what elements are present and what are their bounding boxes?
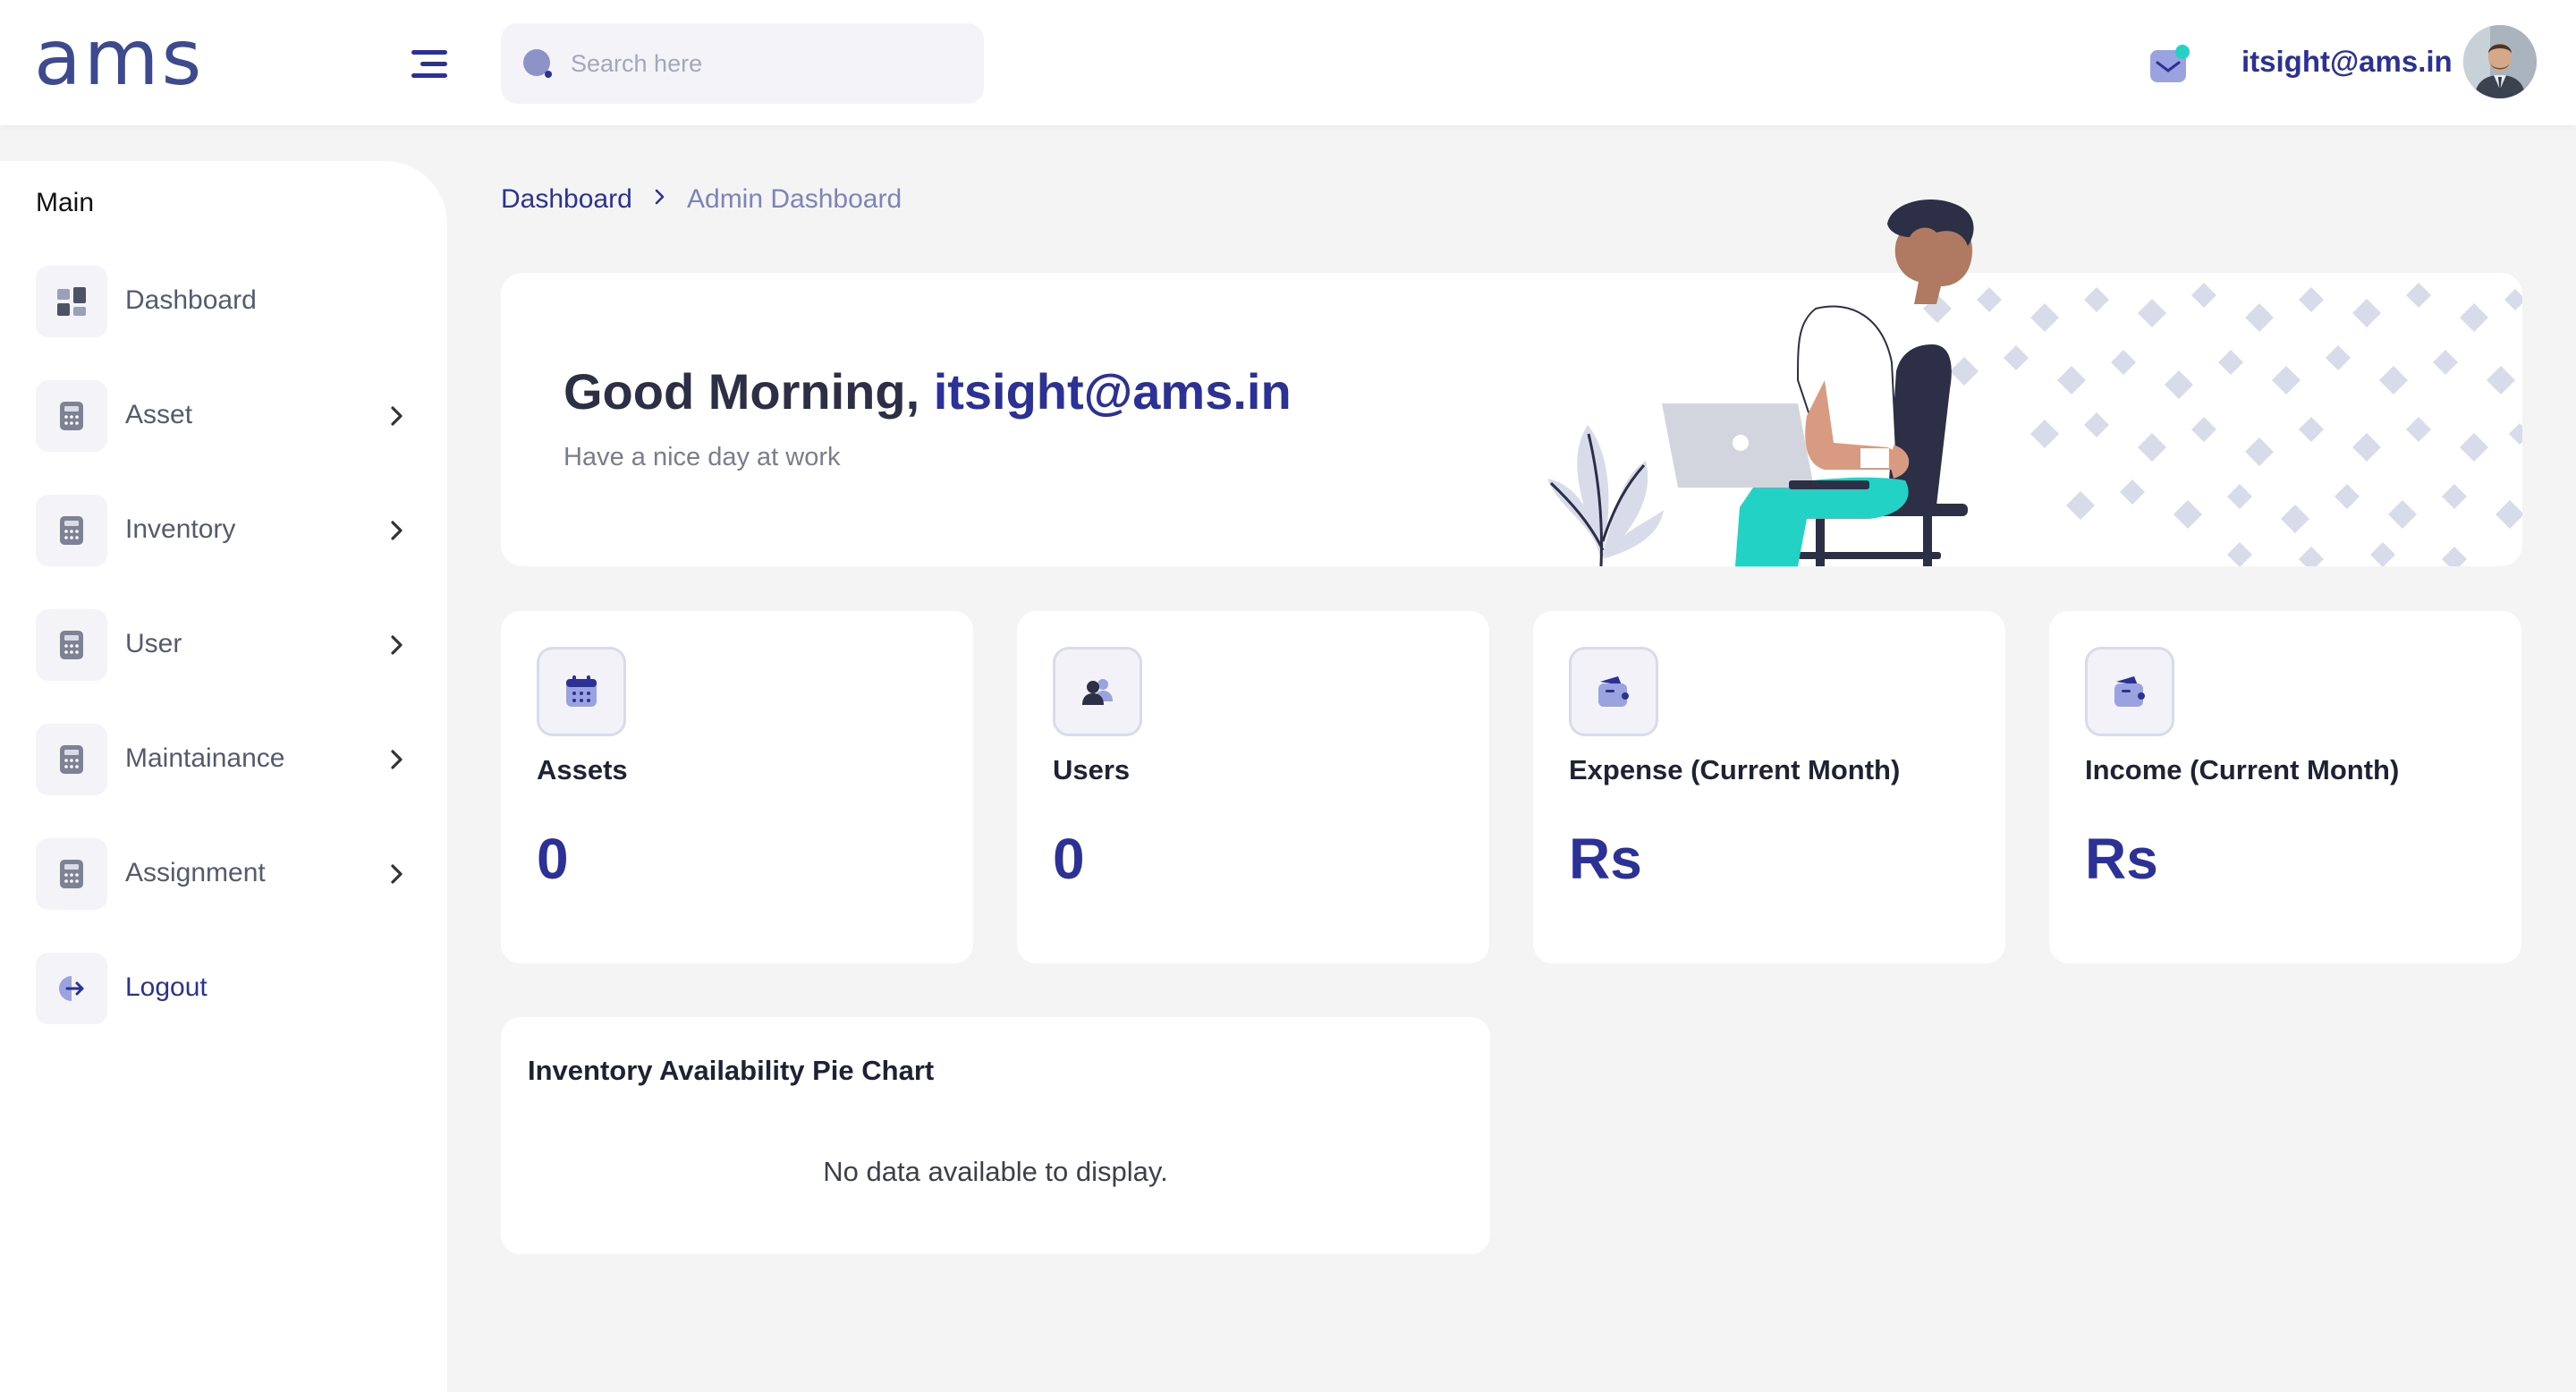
avatar[interactable] [2463,25,2537,98]
sidebar-item-label: Assignment [125,858,266,887]
users-icon [1082,679,1113,705]
stat-title: Expense (Current Month) [1569,754,1901,785]
stat-value: Rs [1569,827,1642,891]
user-photo-icon [2463,25,2537,98]
stat-title: Income (Current Month) [2085,754,2400,785]
sidebar-icon-box [36,953,107,1024]
sidebar: Main Dashboard Asset Inventory User Main… [0,161,447,1392]
sidebar-item-label: Maintainance [125,743,285,773]
pie-chart-empty-message: No data available to display. [823,1156,1168,1187]
calendar-icon [566,675,597,707]
top-bar: ams itsight@ams.in [0,0,2576,125]
sidebar-item-label: Dashboard [125,285,257,315]
stat-value: 0 [1053,827,1085,891]
sidebar-item-label: Inventory [125,514,236,544]
person-illustration-icon [1887,199,1974,304]
chevron-right-icon[interactable] [383,402,411,430]
stat-title: Assets [537,754,628,785]
wallet-icon [1598,676,1629,707]
sidebar-icon-box [36,724,107,795]
sidebar-item-user[interactable]: User [36,609,411,681]
greeting-heading: Good Morning, itsight@ams.in [564,362,1292,420]
header-user-email[interactable]: itsight@ams.in [2241,45,2453,79]
breadcrumb-dashboard-link[interactable]: Dashboard [501,184,632,215]
pie-chart-title: Inventory Availability Pie Chart [528,1055,935,1086]
stat-icon-box [2085,647,2174,736]
mail-notification-icon[interactable] [2150,45,2191,84]
calculator-icon [60,402,83,430]
stat-title: Users [1053,754,1131,785]
chevron-right-icon[interactable] [383,860,411,888]
stat-icon-box [537,647,626,736]
breadcrumb-current: Admin Dashboard [687,184,902,214]
greeting-user-name: itsight@ams.in [933,363,1292,420]
calculator-icon [60,631,83,659]
sidebar-icon-box [36,380,107,452]
greeting-text: Good Morning, [564,363,920,420]
chevron-right-icon[interactable] [383,631,411,659]
sidebar-icon-box [36,609,107,681]
stat-card-income[interactable]: Income (Current Month) Rs [2049,611,2521,963]
welcome-card: Good Morning, itsight@ams.in Have a nice… [501,273,2522,566]
dashboard-grid-icon [57,287,86,316]
sidebar-item-label: Logout [125,972,208,1002]
search-input[interactable] [571,23,964,104]
chevron-right-icon [655,189,665,205]
calculator-icon [60,860,83,888]
calculator-icon [60,745,83,774]
wallet-icon [2114,676,2145,707]
sidebar-item-logout[interactable]: Logout [36,953,411,1024]
sidebar-item-asset[interactable]: Asset [36,380,411,452]
sidebar-item-maintainance[interactable]: Maintainance [36,724,411,795]
sidebar-section-label: Main [36,188,95,217]
search-box [501,23,984,104]
calculator-icon [60,516,83,545]
sidebar-icon-box [36,495,107,566]
stat-card-users[interactable]: Users 0 [1017,611,1489,963]
stat-icon-box [1569,647,1658,736]
sidebar-icon-box [36,838,107,910]
sidebar-item-label: Asset [125,400,193,429]
sidebar-item-assignment[interactable]: Assignment [36,838,411,910]
stat-icon-box [1053,647,1142,736]
stat-card-assets[interactable]: Assets 0 [501,611,973,963]
greeting-subtitle: Have a nice day at work [564,443,841,471]
logout-icon [59,976,84,1001]
sidebar-item-label: User [125,629,182,658]
stat-card-expense[interactable]: Expense (Current Month) Rs [1533,611,2005,963]
app-logo[interactable]: ams [34,20,204,97]
menu-toggle-icon[interactable] [411,50,447,79]
sidebar-icon-box [36,266,107,337]
inventory-pie-chart-card: Inventory Availability Pie Chart No data… [501,1017,1490,1254]
chevron-right-icon[interactable] [383,516,411,545]
search-icon [523,49,552,78]
sidebar-item-inventory[interactable]: Inventory [36,495,411,566]
chevron-right-icon[interactable] [383,745,411,774]
stat-value: Rs [2085,827,2158,891]
sidebar-item-dashboard[interactable]: Dashboard [36,266,411,337]
stat-value: 0 [537,827,569,891]
